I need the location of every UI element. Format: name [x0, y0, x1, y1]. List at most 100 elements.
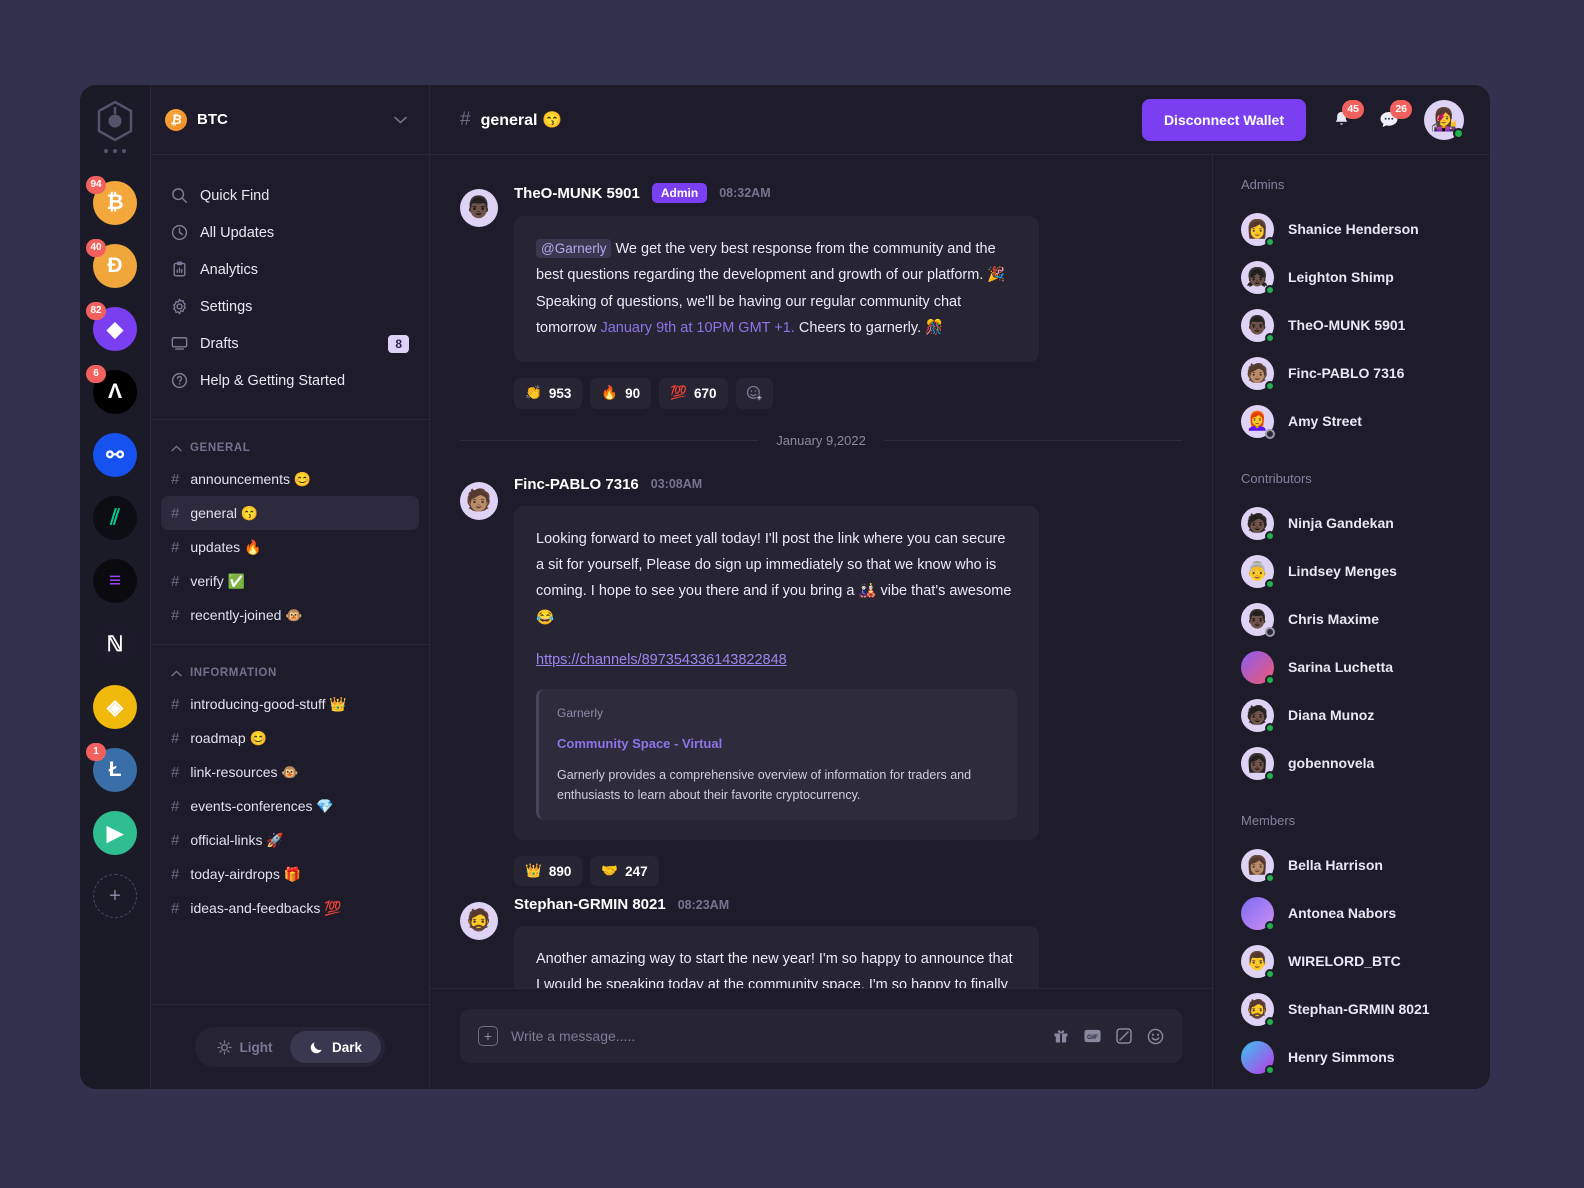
channel-item[interactable]: # verify ✅: [161, 564, 419, 598]
status-dot: [1453, 127, 1464, 139]
member-row[interactable]: 👩🏿 gobennovela: [1241, 739, 1470, 787]
member-row[interactable]: Antonea Nabors: [1241, 889, 1470, 937]
reaction-chip[interactable]: 👑 890: [514, 856, 583, 887]
channel-item[interactable]: # roadmap 😊: [161, 721, 419, 755]
nav-item-all-updates[interactable]: All Updates: [151, 214, 429, 251]
avatar[interactable]: 🧑🏽: [460, 481, 498, 520]
sticker-icon[interactable]: [1116, 1028, 1132, 1044]
nav-item-help-getting-started[interactable]: Help & Getting Started: [151, 362, 429, 399]
member-row[interactable]: 👩 Shanice Henderson: [1241, 205, 1470, 253]
nav-item-drafts[interactable]: Drafts 8: [151, 325, 429, 362]
server-icon-litecoin[interactable]: Ł 1: [86, 743, 137, 792]
plus-icon[interactable]: +: [478, 1026, 498, 1046]
channel-item[interactable]: # recently-joined 🐵: [161, 598, 419, 632]
server-icon-ocean-protocol[interactable]: ⚯: [93, 433, 137, 477]
channel-item[interactable]: # today-airdrops 🎁: [161, 857, 419, 891]
member-name: Finc-PABLO 7316: [1288, 365, 1405, 381]
section-header[interactable]: INFORMATION: [151, 667, 429, 687]
member-row[interactable]: 👨🏿 Chris Maxime: [1241, 595, 1470, 643]
add-server-button[interactable]: +: [93, 874, 137, 918]
avatar[interactable]: 👨🏿: [460, 189, 498, 227]
channel-item[interactable]: # link-resources 🐵: [161, 755, 419, 789]
message-text: Another amazing way to start the new yea…: [536, 951, 1013, 988]
member-group-title: Members: [1241, 813, 1296, 828]
theme-label-dark: Dark: [331, 1039, 363, 1055]
hash-icon: #: [171, 831, 180, 849]
gif-icon[interactable]: GIF: [1084, 1029, 1101, 1043]
server-icon-ethereum[interactable]: ◆ 82: [86, 302, 137, 351]
channel-item[interactable]: # ideas-and-feedbacks 💯: [161, 891, 419, 925]
add-reaction-icon[interactable]: [735, 377, 773, 409]
nav-item-analytics[interactable]: Analytics: [151, 251, 429, 288]
bell-icon[interactable]: 45: [1328, 99, 1364, 133]
nav-item-settings[interactable]: Settings: [151, 288, 429, 325]
message-timestamp: 08:32AM: [719, 186, 771, 200]
emoji-icon[interactable]: [1147, 1028, 1164, 1045]
gift-icon[interactable]: [1053, 1028, 1069, 1044]
header-actions: Disconnect Wallet 45 26 👩‍🎤: [1141, 98, 1464, 141]
reaction-chip[interactable]: 🔥 90: [590, 377, 652, 409]
member-row[interactable]: 👩‍🦰 Amy Street: [1241, 397, 1470, 445]
theme-option-light[interactable]: Light: [199, 1031, 290, 1063]
server-icon-bitcoin[interactable]: ₿ 94: [86, 176, 137, 225]
message-input[interactable]: [511, 1028, 1040, 1044]
member-row[interactable]: 👨 WIRELORD_BTC: [1241, 937, 1470, 985]
theme-toggle[interactable]: Light Dark: [195, 1027, 385, 1067]
channel-item[interactable]: # official-links 🚀: [161, 823, 419, 857]
message-author[interactable]: Finc-PABLO 7316: [514, 476, 639, 493]
server-icon-dogecoin[interactable]: Ð 40: [86, 239, 137, 288]
status-dot: [1265, 674, 1275, 685]
message-author[interactable]: Stephan-GRMIN 8021: [514, 896, 666, 913]
member-row[interactable]: 🧔 Stephan-GRMIN 8021: [1241, 985, 1470, 1033]
channel-item[interactable]: # introducing-good-stuff 👑: [161, 687, 419, 721]
server-icon-near-protocol[interactable]: ℕ: [93, 622, 137, 666]
server-icon-solana[interactable]: ≡: [93, 559, 137, 603]
hash-icon: #: [171, 899, 180, 917]
server-icon-polygon[interactable]: ▶: [93, 811, 137, 855]
reaction-chip[interactable]: 💯 670: [659, 377, 728, 409]
chevron-down-icon[interactable]: [394, 116, 407, 124]
message-list: 👨🏿 TheO-MUNK 5901 Admin 08:32AM @Garnerl…: [430, 155, 1212, 988]
embed-title[interactable]: Community Space - Virtual: [557, 732, 999, 756]
channel-item[interactable]: # announcements 😊: [161, 462, 419, 496]
server-icon-algorand[interactable]: Λ 6: [86, 365, 137, 414]
member-row[interactable]: 🧑🏿 Diana Munoz: [1241, 691, 1470, 739]
reaction-chip[interactable]: 🤝 247: [590, 856, 659, 887]
embed-description: Garnerly provides a comprehensive overvi…: [557, 767, 972, 803]
hexagon-logo-icon[interactable]: [93, 99, 137, 143]
chat-header: # general 😙 Disconnect Wallet 45 26 👩‍🎤: [430, 85, 1490, 155]
member-row[interactable]: 🧑🏿 Ninja Gandekan: [1241, 499, 1470, 547]
member-row[interactable]: 👨🏿 TheO-MUNK 5901: [1241, 301, 1470, 349]
link-preview-card[interactable]: Garnerly Community Space - Virtual Garne…: [536, 689, 1017, 821]
reaction-chip[interactable]: 👏 953: [514, 377, 583, 409]
more-dots-icon[interactable]: [104, 149, 126, 153]
status-dot: [1265, 722, 1275, 733]
member-row[interactable]: 👧🏿 Leighton Shimp: [1241, 253, 1470, 301]
member-row[interactable]: Sarina Luchetta: [1241, 643, 1470, 691]
composer: + GIF: [430, 988, 1212, 1089]
member-row[interactable]: Henry Simmons: [1241, 1033, 1470, 1081]
composer-box[interactable]: + GIF: [460, 1009, 1182, 1063]
nav-item-quick-find[interactable]: Quick Find: [151, 177, 429, 214]
svg-text:GIF: GIF: [1087, 1034, 1098, 1041]
section-header[interactable]: GENERAL: [151, 442, 429, 462]
message-author[interactable]: TheO-MUNK 5901: [514, 185, 640, 202]
avatar[interactable]: 🧔: [460, 902, 498, 941]
server-icon-binance[interactable]: ◈: [93, 685, 137, 729]
chat-bubble-icon[interactable]: 26: [1376, 99, 1412, 133]
workspace-switcher[interactable]: ₿ BTC: [151, 85, 429, 155]
channel-item[interactable]: # general 😙: [161, 496, 419, 530]
disconnect-wallet-button[interactable]: Disconnect Wallet: [1141, 98, 1306, 141]
mention-tag[interactable]: @Garnerly: [536, 239, 612, 258]
theme-option-dark[interactable]: Dark: [290, 1031, 381, 1063]
channel-item[interactable]: # updates 🔥: [161, 530, 419, 564]
member-row[interactable]: 🧑🏽 Finc-PABLO 7316: [1241, 349, 1470, 397]
message-link[interactable]: https://channels/897354336143822848: [536, 647, 787, 673]
member-name: Stephan-GRMIN 8021: [1288, 1001, 1430, 1017]
avatar[interactable]: 👩‍🎤: [1424, 99, 1464, 140]
member-row[interactable]: 👩🏽 Bella Harrison: [1241, 841, 1470, 889]
sun-icon: [216, 1039, 232, 1055]
member-row[interactable]: 👵 Lindsey Menges: [1241, 547, 1470, 595]
channel-item[interactable]: # events-conferences 💎: [161, 789, 419, 823]
server-icon-compound[interactable]: ⫽: [93, 496, 137, 540]
